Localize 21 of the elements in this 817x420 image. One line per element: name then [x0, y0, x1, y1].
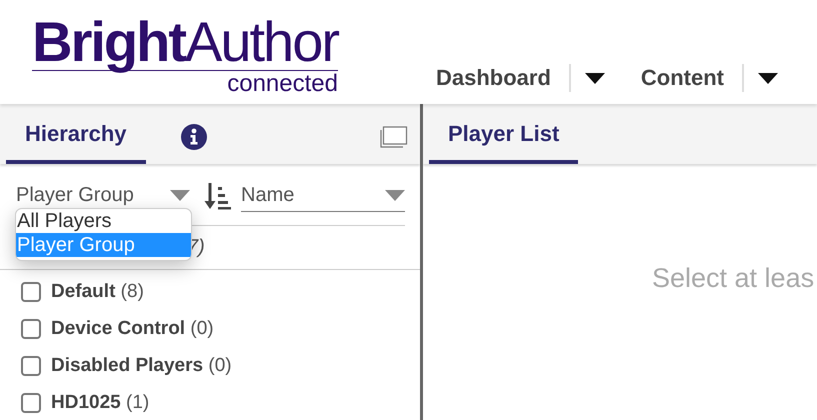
caret-icon — [385, 190, 405, 201]
info-icon[interactable] — [180, 123, 208, 151]
caret-icon[interactable] — [758, 72, 778, 84]
checkbox[interactable] — [21, 356, 41, 376]
window-icon[interactable] — [380, 126, 408, 148]
caret-icon[interactable] — [584, 72, 605, 84]
group-label[interactable]: Device Control (0) — [51, 318, 214, 340]
sort-icon[interactable] — [204, 181, 232, 211]
group-label[interactable]: HD1025 (1) — [51, 392, 150, 414]
checkbox[interactable] — [21, 393, 41, 413]
sort-dropdown[interactable]: Name — [241, 180, 405, 212]
empty-message: Select at leas — [652, 262, 814, 294]
logo: BrightAuthor connected — [31, 14, 338, 97]
group-label[interactable]: Disabled Players (0) — [51, 355, 232, 377]
nav-link[interactable]: Content — [640, 65, 724, 91]
checkbox[interactable] — [21, 319, 41, 339]
caret-icon — [170, 190, 190, 201]
group-label[interactable]: Default (8) — [51, 281, 144, 303]
nav-link[interactable]: Dashboard — [436, 65, 551, 91]
checkbox[interactable] — [21, 282, 41, 302]
menu-option[interactable]: All Players — [16, 209, 191, 233]
